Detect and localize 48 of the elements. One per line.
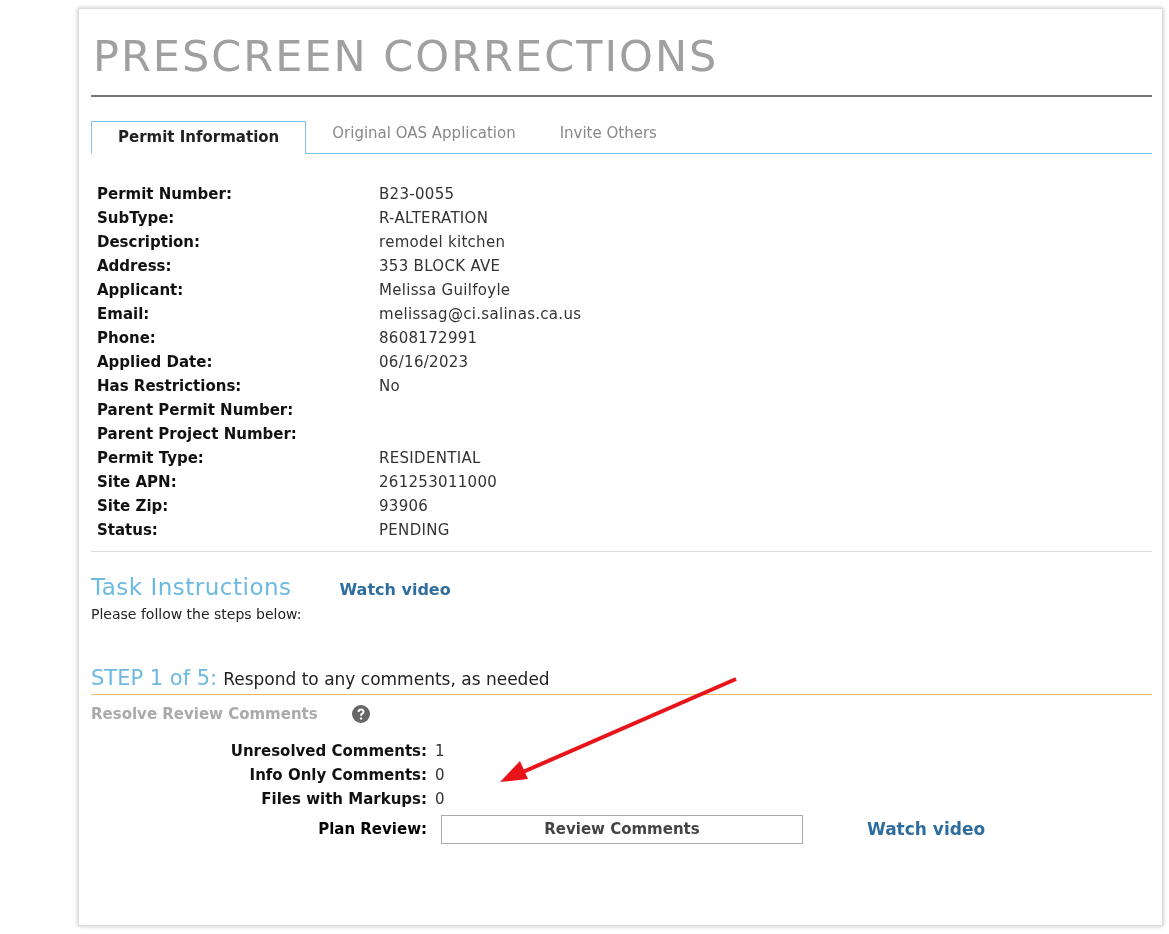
page-title: PRESCREEN CORRECTIONS (93, 31, 720, 83)
field-label: Has Restrictions: (97, 375, 243, 397)
field-value: PENDING (379, 519, 451, 541)
field-label: Applied Date: (97, 351, 214, 373)
field-label: Permit Type: (97, 447, 205, 469)
tab[interactable]: Permit Information (91, 120, 307, 154)
count-label: Info Only Comments: (248, 764, 427, 786)
field-value: melissag@ci.salinas.ca.us (379, 303, 583, 325)
field-label: Applicant: (97, 279, 185, 301)
field-value: No (379, 375, 401, 397)
section-heading: Task Instructions (91, 573, 292, 600)
field-value: R-ALTERATION (379, 207, 490, 229)
subsection-heading: Resolve Review Comments (91, 704, 318, 723)
field-label: Email: (97, 303, 151, 325)
step-number: STEP 1 of 5: (91, 665, 218, 690)
instructions-text: Please follow the steps below: (91, 605, 303, 622)
count-label: Unresolved Comments: (229, 740, 427, 762)
field-value: 353 BLOCK AVE (379, 255, 502, 277)
watch-video-link[interactable]: Watch video (867, 819, 986, 840)
field-value: Melissa Guilfoyle (379, 279, 512, 301)
field-value: 93906 (379, 495, 430, 517)
watch-video-link[interactable]: Watch video (339, 579, 451, 599)
field-label: Parent Project Number: (97, 423, 298, 445)
field-label: Status: (97, 519, 159, 541)
field-label: Site Zip: (97, 495, 170, 517)
field-value: 06/16/2023 (379, 351, 470, 373)
count-value: 0 (435, 764, 446, 786)
field-label: Permit Number: (97, 183, 233, 205)
field-label: Description: (97, 231, 201, 253)
count-value: 0 (435, 788, 446, 810)
step-text: Respond to any comments, as needed (223, 668, 550, 689)
review-comments-button[interactable]: Review Comments (441, 814, 803, 844)
help-icon[interactable] (351, 704, 370, 723)
tab[interactable]: Original OAS Application (306, 120, 534, 153)
field-value: RESIDENTIAL (379, 447, 482, 469)
field-value: B23-0055 (379, 183, 456, 205)
count-label: Files with Markups: (260, 788, 427, 810)
field-label: Site APN: (97, 471, 178, 493)
tab[interactable]: Invite Others (533, 120, 675, 153)
plan-review-label: Plan Review: (317, 820, 427, 839)
field-label: Address: (97, 255, 173, 277)
field-label: Parent Permit Number: (97, 399, 295, 421)
field-label: Phone: (97, 327, 157, 349)
field-value: remodel kitchen (379, 231, 507, 253)
count-value: 1 (435, 740, 446, 762)
field-value: 8608172991 (379, 327, 479, 349)
field-value: 261253011000 (379, 471, 499, 493)
field-label: SubType: (97, 207, 176, 229)
